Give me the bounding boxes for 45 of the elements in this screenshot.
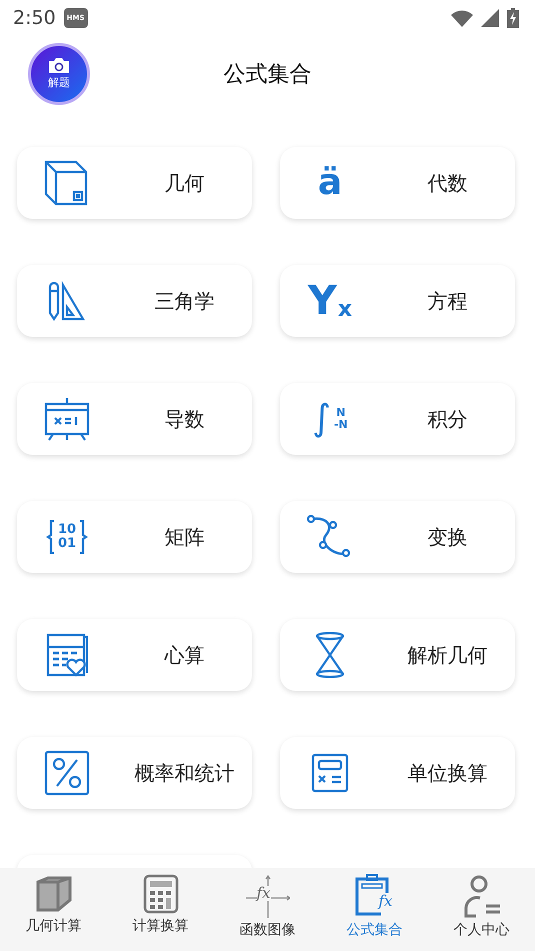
formula-card[interactable]: ä 代数 — [280, 147, 515, 219]
percent-icon — [44, 750, 90, 796]
formula-card[interactable]: 三角学 — [17, 265, 252, 337]
solve-button[interactable]: 解题 — [28, 43, 90, 105]
card-label: 变换 — [428, 524, 468, 550]
card-label: 概率和统计 — [134, 760, 234, 786]
formula-card[interactable]: 变换 — [280, 501, 515, 573]
calculator-icon — [311, 753, 349, 793]
yx-icon: Yx — [308, 281, 352, 321]
page-title: 公式集合 — [224, 61, 312, 89]
card-label: 导数 — [164, 406, 204, 432]
wifi-icon — [451, 10, 473, 26]
card-label: 方程 — [428, 288, 468, 314]
nav-tab[interactable]: 个人中心 — [428, 868, 535, 951]
card-label: 矩阵 — [164, 524, 204, 550]
card-label: 心算 — [164, 642, 204, 668]
card-label: 解析几何 — [408, 642, 488, 668]
easel-icon — [43, 396, 91, 442]
formula-card[interactable]: Yx 方程 — [280, 265, 515, 337]
cube-icon — [34, 874, 74, 914]
card-label: 几何 — [164, 170, 204, 196]
formula-card[interactable]: 10 01 矩阵 — [17, 501, 252, 573]
nav-tab[interactable]: 几何计算 — [0, 868, 107, 951]
card-label: 积分 — [428, 406, 468, 432]
formula-card[interactable]: 导数 — [17, 383, 252, 455]
formula-card[interactable]: 几何 — [17, 147, 252, 219]
nav-tab[interactable]: fx 函数图像 — [214, 868, 321, 951]
nav-tab[interactable]: 计算换算 — [107, 868, 214, 951]
formula-card[interactable]: 概率和统计 — [17, 737, 252, 809]
hourglass-icon — [314, 632, 346, 678]
calculator-icon — [142, 874, 178, 914]
formula-card[interactable]: 心算 — [17, 619, 252, 691]
card-label: 三角学 — [154, 288, 214, 314]
card-label: 代数 — [428, 170, 468, 196]
camera-icon — [49, 58, 69, 73]
card-label: 单位换算 — [408, 760, 488, 786]
calendar-heart-icon — [46, 633, 88, 677]
battery-icon — [507, 8, 519, 28]
formula-card[interactable]: 单位换算 — [280, 737, 515, 809]
a-umlaut-icon: ä — [318, 165, 342, 201]
status-time: 2:50 — [13, 7, 56, 29]
nav-tab[interactable]: fx 公式集合 — [321, 868, 428, 951]
signal-icon — [481, 9, 499, 27]
formula-card[interactable]: 解析几何 — [280, 619, 515, 691]
pencil-triangle-icon — [47, 281, 87, 321]
